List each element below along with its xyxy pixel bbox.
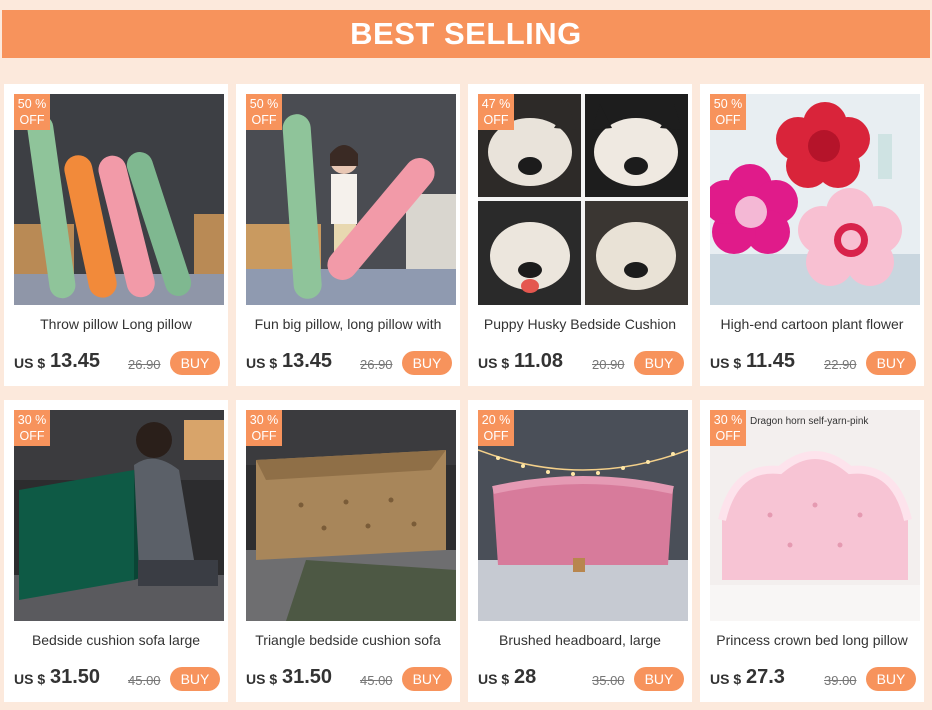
currency-label: US $	[14, 355, 46, 371]
buy-button[interactable]: BUY	[866, 351, 916, 375]
currency-label: US $	[246, 355, 278, 371]
original-price: 45.00	[128, 673, 161, 688]
price: 28	[514, 666, 537, 688]
original-price: 22.90	[824, 357, 857, 372]
price: 13.45	[282, 350, 333, 372]
price-row: US $ 11.45 22.90 BUY	[710, 349, 916, 377]
product-name[interactable]: Fun big pillow, long pillow with	[236, 316, 460, 332]
product-name[interactable]: Puppy Husky Bedside Cushion	[468, 316, 692, 332]
buy-button[interactable]: BUY	[634, 667, 684, 691]
price-row: US $ 28 35.00 BUY	[478, 665, 684, 693]
banner-title: BEST SELLING	[350, 16, 582, 51]
price: 27.3	[746, 666, 785, 688]
product-card[interactable]: 30 % OFF Bedside cushion sofa large US $…	[4, 400, 228, 702]
best-selling-banner: BEST SELLING	[2, 10, 930, 58]
price-row: US $ 31.50 45.00 BUY	[246, 665, 452, 693]
product-card[interactable]: 30 % OFF Triangle bedside cushion sofa U…	[236, 400, 460, 702]
discount-badge: 50 % OFF	[14, 94, 50, 130]
product-card[interactable]: 47 % OFF Puppy Husky Bedside Cushion US …	[468, 84, 692, 386]
product-name[interactable]: Triangle bedside cushion sofa	[236, 632, 460, 648]
price: 31.50	[282, 666, 333, 688]
buy-button[interactable]: BUY	[170, 351, 220, 375]
product-card[interactable]: 50 % OFF Fun big pillow, long pillow wit…	[236, 84, 460, 386]
price-row: US $ 11.08 20.90 BUY	[478, 349, 684, 377]
product-card[interactable]: 20 % OFF Brushed headboard, large US $ 2…	[468, 400, 692, 702]
product-name[interactable]: High-end cartoon plant flower	[700, 316, 924, 332]
price: 13.45	[50, 350, 101, 372]
product-card[interactable]: 30 % OFF Dragon horn self-yarn-pink Prin…	[700, 400, 924, 702]
product-card[interactable]: 50 % OFF Throw pillow Long pillow US $ 1…	[4, 84, 228, 386]
price-row: US $ 13.45 26.90 BUY	[14, 349, 220, 377]
original-price: 45.00	[360, 673, 393, 688]
currency-label: US $	[710, 355, 742, 371]
price-row: US $ 27.3 39.00 BUY	[710, 665, 916, 693]
price: 11.45	[746, 350, 795, 372]
currency-label: US $	[478, 355, 510, 371]
price: 11.08	[514, 350, 563, 372]
product-name[interactable]: Throw pillow Long pillow	[4, 316, 228, 332]
product-image[interactable]: 50 % OFF	[246, 94, 456, 305]
currency-label: US $	[478, 671, 510, 687]
buy-button[interactable]: BUY	[170, 667, 220, 691]
product-image[interactable]: 50 % OFF	[710, 94, 920, 305]
discount-badge: 30 % OFF	[710, 410, 746, 446]
discount-badge: 47 % OFF	[478, 94, 514, 130]
buy-button[interactable]: BUY	[402, 351, 452, 375]
buy-button[interactable]: BUY	[402, 667, 452, 691]
product-name[interactable]: Bedside cushion sofa large	[4, 632, 228, 648]
product-image[interactable]: 47 % OFF	[478, 94, 688, 305]
image-caption: Dragon horn self-yarn-pink	[750, 416, 869, 427]
product-image[interactable]: 50 % OFF	[14, 94, 224, 305]
original-price: 39.00	[824, 673, 857, 688]
product-name[interactable]: Brushed headboard, large	[468, 632, 692, 648]
discount-badge: 20 % OFF	[478, 410, 514, 446]
product-image[interactable]: 30 % OFF	[14, 410, 224, 621]
product-card[interactable]: 50 % OFF High-end cartoon plant flower U…	[700, 84, 924, 386]
price-row: US $ 31.50 45.00 BUY	[14, 665, 220, 693]
buy-button[interactable]: BUY	[866, 667, 916, 691]
product-image[interactable]: 30 % OFF	[246, 410, 456, 621]
product-image[interactable]: 20 % OFF	[478, 410, 688, 621]
price: 31.50	[50, 666, 101, 688]
price-row: US $ 13.45 26.90 BUY	[246, 349, 452, 377]
discount-badge: 30 % OFF	[14, 410, 50, 446]
currency-label: US $	[14, 671, 46, 687]
discount-badge: 30 % OFF	[246, 410, 282, 446]
buy-button[interactable]: BUY	[634, 351, 684, 375]
discount-badge: 50 % OFF	[710, 94, 746, 130]
original-price: 20.90	[592, 357, 625, 372]
original-price: 35.00	[592, 673, 625, 688]
currency-label: US $	[710, 671, 742, 687]
discount-badge: 50 % OFF	[246, 94, 282, 130]
product-name[interactable]: Princess crown bed long pillow	[700, 632, 924, 648]
product-image[interactable]: 30 % OFF Dragon horn self-yarn-pink	[710, 410, 920, 621]
currency-label: US $	[246, 671, 278, 687]
original-price: 26.90	[360, 357, 393, 372]
original-price: 26.90	[128, 357, 161, 372]
